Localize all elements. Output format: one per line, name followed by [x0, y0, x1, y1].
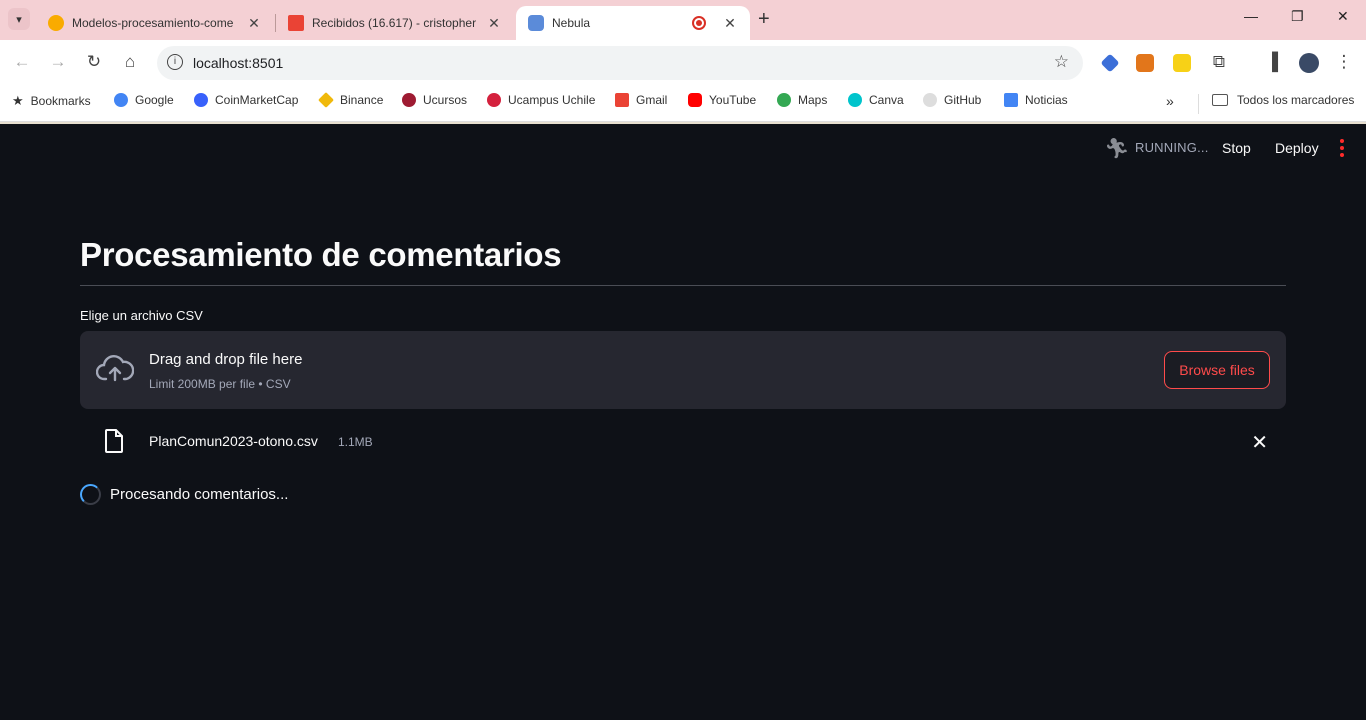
- tab-search-icon[interactable]: ▾: [8, 8, 30, 30]
- address-bar[interactable]: i localhost:8501 ☆: [157, 46, 1083, 80]
- extension-icon[interactable]: [1100, 53, 1120, 73]
- side-panel-icon[interactable]: ▐: [1261, 52, 1283, 72]
- bookmark-star-icon[interactable]: ☆: [1054, 52, 1069, 72]
- close-icon[interactable]: ✕: [722, 15, 738, 32]
- coinmarketcap-icon: [194, 93, 208, 107]
- page-title: Procesamiento de comentarios: [80, 236, 562, 273]
- bookmark-label: Canva: [869, 93, 904, 107]
- url-text[interactable]: localhost:8501: [193, 55, 283, 71]
- close-icon[interactable]: ✕: [246, 15, 262, 32]
- file-icon: [105, 429, 123, 453]
- all-bookmarks-folder[interactable]: Todos los marcadores: [1212, 93, 1354, 107]
- bookmark-item[interactable]: ★ Bookmarks: [12, 93, 91, 109]
- bookmark-item[interactable]: CoinMarketCap: [194, 93, 298, 107]
- minimize-icon[interactable]: —: [1244, 8, 1258, 24]
- canva-icon: [848, 93, 862, 107]
- app-header: 🏃︎ RUNNING... Stop Deploy: [0, 124, 1366, 170]
- back-icon[interactable]: ←: [11, 52, 33, 72]
- main-menu-icon[interactable]: [1340, 136, 1348, 160]
- home-icon[interactable]: ⌂: [119, 52, 141, 72]
- star-icon: ★: [12, 93, 24, 108]
- colab-icon: [48, 15, 64, 31]
- recording-icon: [692, 16, 706, 30]
- window-close-icon[interactable]: ✕: [1337, 8, 1349, 25]
- file-dropzone[interactable]: Drag and drop file here Limit 200MB per …: [80, 331, 1286, 409]
- dropzone-limit: Limit 200MB per file • CSV: [149, 377, 291, 391]
- loading-spinner-icon: [80, 484, 101, 505]
- uploaded-file-row: PlanComun2023-otono.csv 1.1MB ✕: [80, 424, 1286, 460]
- forward-icon[interactable]: →: [47, 52, 69, 72]
- bookmark-item[interactable]: Ucampus Uchile: [487, 93, 595, 107]
- tab-nebula[interactable]: Nebula ✕: [516, 6, 750, 40]
- bookmark-item[interactable]: Noticias: [1004, 93, 1068, 107]
- metamask-icon[interactable]: [1136, 54, 1154, 72]
- new-tab-icon[interactable]: +: [758, 8, 770, 31]
- browse-files-button[interactable]: Browse files: [1164, 351, 1270, 389]
- gmail-icon: [615, 93, 629, 107]
- bookmark-item[interactable]: Binance: [318, 92, 384, 108]
- ucampus-icon: [487, 93, 501, 107]
- extension-icon[interactable]: [1173, 54, 1191, 72]
- file-size: 1.1MB: [338, 435, 373, 449]
- bookmark-label: Ucampus Uchile: [508, 93, 596, 107]
- all-bookmarks-label: Todos los marcadores: [1237, 93, 1355, 107]
- bookmark-label: Gmail: [636, 93, 668, 107]
- tab-title: Nebula: [552, 16, 591, 30]
- more-bookmarks-icon[interactable]: »: [1166, 93, 1174, 109]
- bookmark-item[interactable]: Canva: [848, 93, 904, 107]
- bookmark-label: CoinMarketCap: [215, 93, 299, 107]
- bookmark-label: Google: [135, 93, 174, 107]
- deploy-button[interactable]: Deploy: [1275, 140, 1319, 156]
- dropzone-title: Drag and drop file here: [149, 351, 303, 368]
- browser-toolbar: ← → ↻ ⌂ i localhost:8501 ☆ ⧉ ▐ ⋮: [0, 40, 1366, 86]
- cloud-upload-icon: [96, 355, 134, 382]
- ucursos-icon: [402, 93, 416, 107]
- uploader-label: Elige un archivo CSV: [80, 308, 203, 323]
- profile-avatar[interactable]: [1299, 53, 1319, 73]
- title-divider: [80, 285, 1286, 286]
- gmail-icon: [288, 15, 304, 31]
- browser-menu-icon[interactable]: ⋮: [1333, 52, 1355, 72]
- tab-title: Modelos-procesamiento-come: [72, 16, 234, 30]
- bookmark-label: GitHub: [944, 93, 982, 107]
- browser-tab-strip: ▾ Modelos-procesamiento-come ✕ Recibidos…: [0, 0, 1366, 40]
- extensions-puzzle-icon[interactable]: ⧉: [1208, 52, 1230, 72]
- tab-colab[interactable]: Modelos-procesamiento-come ✕: [36, 6, 274, 40]
- bookmark-label: Maps: [798, 93, 828, 107]
- bookmark-item[interactable]: Gmail: [615, 93, 667, 107]
- bookmark-label: Binance: [340, 93, 384, 107]
- binance-icon: [318, 92, 334, 108]
- site-info-icon[interactable]: i: [167, 54, 183, 70]
- bookmark-label: YouTube: [709, 93, 757, 107]
- tab-title: Recibidos (16.617) - cristopher: [312, 16, 477, 30]
- news-icon: [1004, 93, 1018, 107]
- bookmark-item[interactable]: Google: [114, 93, 174, 107]
- bookmark-item[interactable]: YouTube: [688, 93, 756, 107]
- processing-status: Procesando comentarios...: [110, 486, 289, 503]
- running-status: RUNNING...: [1135, 140, 1209, 155]
- bookmark-label: Ucursos: [423, 93, 468, 107]
- stop-button[interactable]: Stop: [1222, 140, 1251, 156]
- bookmark-item[interactable]: Ucursos: [402, 93, 467, 107]
- github-icon: [923, 93, 937, 107]
- nebula-icon: [528, 15, 544, 31]
- close-icon[interactable]: ✕: [486, 15, 502, 32]
- running-man-icon: 🏃︎: [1104, 138, 1130, 160]
- youtube-icon: [688, 93, 702, 107]
- bookmark-item[interactable]: Maps: [777, 93, 827, 107]
- maps-icon: [777, 93, 791, 107]
- google-icon: [114, 93, 128, 107]
- bookmark-item[interactable]: GitHub: [923, 93, 981, 107]
- file-name: PlanComun2023-otono.csv: [149, 433, 318, 449]
- bookmark-label: Bookmarks: [30, 94, 91, 108]
- bookmark-label: Noticias: [1025, 93, 1068, 107]
- bookmarks-divider: [1198, 94, 1199, 114]
- remove-file-icon[interactable]: ✕: [1251, 430, 1268, 455]
- folder-icon: [1212, 94, 1228, 106]
- tab-gmail[interactable]: Recibidos (16.617) - cristopher ✕: [276, 6, 514, 40]
- restore-icon[interactable]: ❐: [1291, 8, 1304, 25]
- bookmarks-bar: ★ Bookmarks Google CoinMarketCap Binance …: [0, 86, 1366, 122]
- reload-icon[interactable]: ↻: [83, 52, 105, 72]
- app-viewport: 🏃︎ RUNNING... Stop Deploy Procesamiento …: [0, 122, 1366, 720]
